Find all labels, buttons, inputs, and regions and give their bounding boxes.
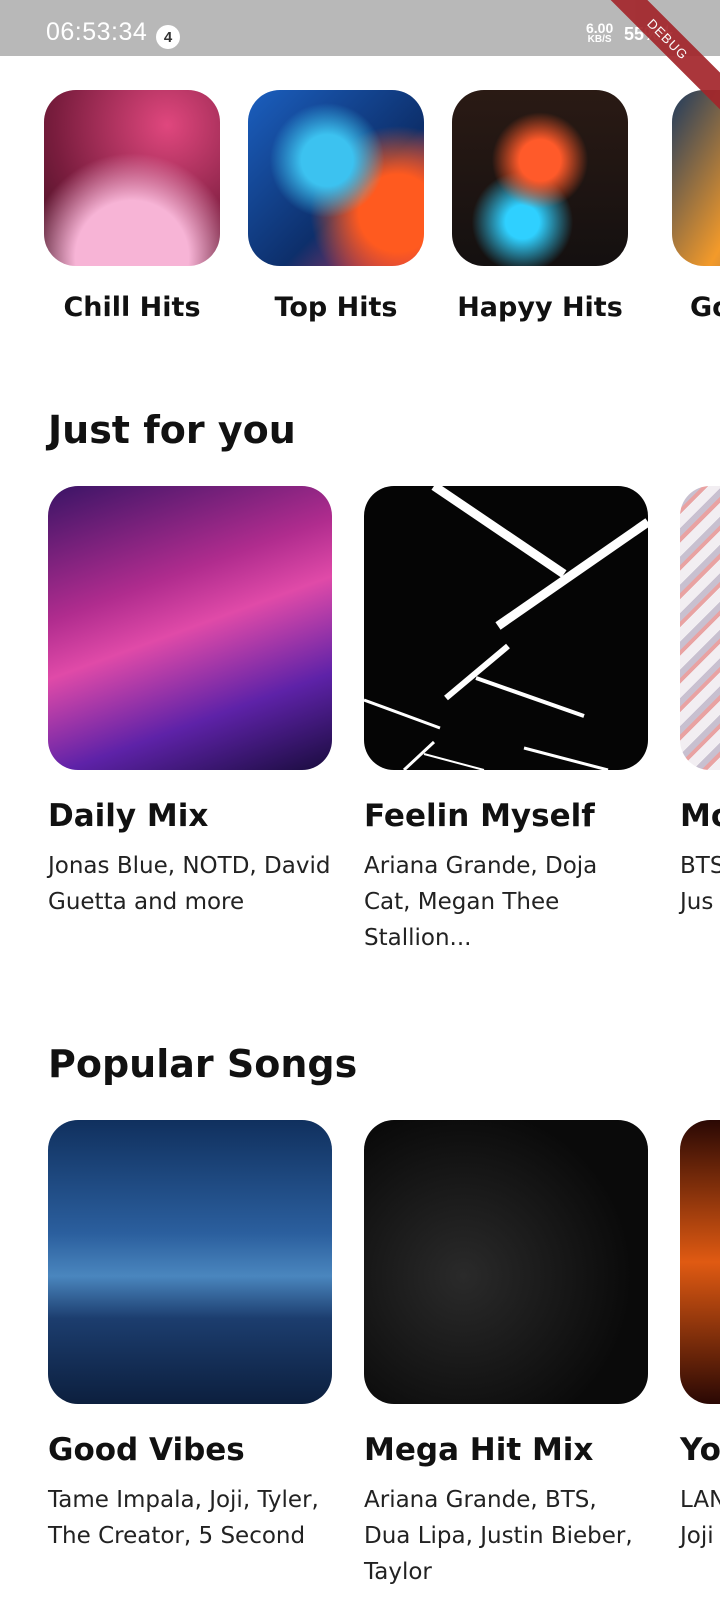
category-image[interactable] <box>248 90 424 266</box>
section-title-popular-songs: Popular Songs <box>48 1042 358 1086</box>
playlist-artists: Ariana Grande, Doja Cat, Megan Thee Stal… <box>364 853 598 951</box>
playlist-title: Mo <box>680 798 720 834</box>
playlist-artwork[interactable] <box>48 486 332 770</box>
playlist-artwork[interactable] <box>680 1120 720 1404</box>
playlist-title: Mega Hit Mix <box>364 1432 594 1468</box>
category-label: Chill Hits <box>63 292 201 323</box>
just-for-you-row[interactable]: Daily Mix Jonas Blue, NOTD, David Guetta… <box>0 486 720 966</box>
playlist-artwork[interactable] <box>364 1120 648 1404</box>
playlist-card-partial[interactable]: Yo LAN Joji <box>680 1120 720 1554</box>
category-happy-hits[interactable]: Hapyy Hits <box>436 90 644 323</box>
playlist-title: Yo <box>680 1432 720 1468</box>
section-title-just-for-you: Just for you <box>48 408 296 452</box>
playlist-card-feelin-myself[interactable]: Feelin Myself Ariana Grande, Doja Cat, M… <box>364 486 648 956</box>
network-speed-value: 6.00 <box>586 20 614 36</box>
network-speed-unit: KB/S <box>587 34 612 45</box>
category-top-hits[interactable]: Top Hits <box>232 90 440 323</box>
category-chill-hits[interactable]: Chill Hits <box>28 90 236 323</box>
playlist-card-good-vibes[interactable]: Good Vibes Tame Impala, Joji, Tyler, The… <box>48 1120 332 1554</box>
status-bar: 06:53:34 4 6.00 KB/S 55% DEBUG <box>0 0 720 119</box>
playlist-artists: Ariana Grande, BTS, Dua Lipa, Justin Bie… <box>364 1487 633 1585</box>
category-label: Go <box>690 292 720 323</box>
playlist-card-daily-mix[interactable]: Daily Mix Jonas Blue, NOTD, David Guetta… <box>48 486 332 920</box>
category-label: Top Hits <box>274 292 398 323</box>
category-partial[interactable]: Go <box>640 90 720 323</box>
playlist-artists: LAN Joji <box>680 1487 720 1549</box>
playlist-title: Daily Mix <box>48 798 209 834</box>
playlist-card-partial[interactable]: Mo BTS Jus <box>680 486 720 920</box>
playlist-artwork[interactable] <box>680 486 720 770</box>
playlist-artists: BTS Jus <box>680 853 720 915</box>
category-image[interactable] <box>452 90 628 266</box>
status-time: 06:53:34 <box>46 18 148 46</box>
light-lines-graphic <box>364 486 648 770</box>
category-row[interactable]: Chill Hits Top Hits Hapyy Hits Go <box>0 90 720 350</box>
category-label: Hapyy Hits <box>457 292 623 323</box>
category-image[interactable] <box>672 90 720 266</box>
playlist-artwork[interactable] <box>48 1120 332 1404</box>
playlist-title: Good Vibes <box>48 1432 245 1468</box>
playlist-artwork[interactable] <box>364 486 648 770</box>
network-speed: 6.00 KB/S <box>586 20 614 46</box>
playlist-card-mega-hit-mix[interactable]: Mega Hit Mix Ariana Grande, BTS, Dua Lip… <box>364 1120 648 1590</box>
popular-songs-row[interactable]: Good Vibes Tame Impala, Joji, Tyler, The… <box>0 1120 720 1600</box>
category-image[interactable] <box>44 90 220 266</box>
playlist-artists: Jonas Blue, NOTD, David Guetta and more <box>48 853 331 915</box>
notification-count-badge: 4 <box>156 25 180 49</box>
playlist-artists: Tame Impala, Joji, Tyler, The Creator, 5… <box>48 1487 319 1549</box>
playlist-title: Feelin Myself <box>364 798 595 834</box>
